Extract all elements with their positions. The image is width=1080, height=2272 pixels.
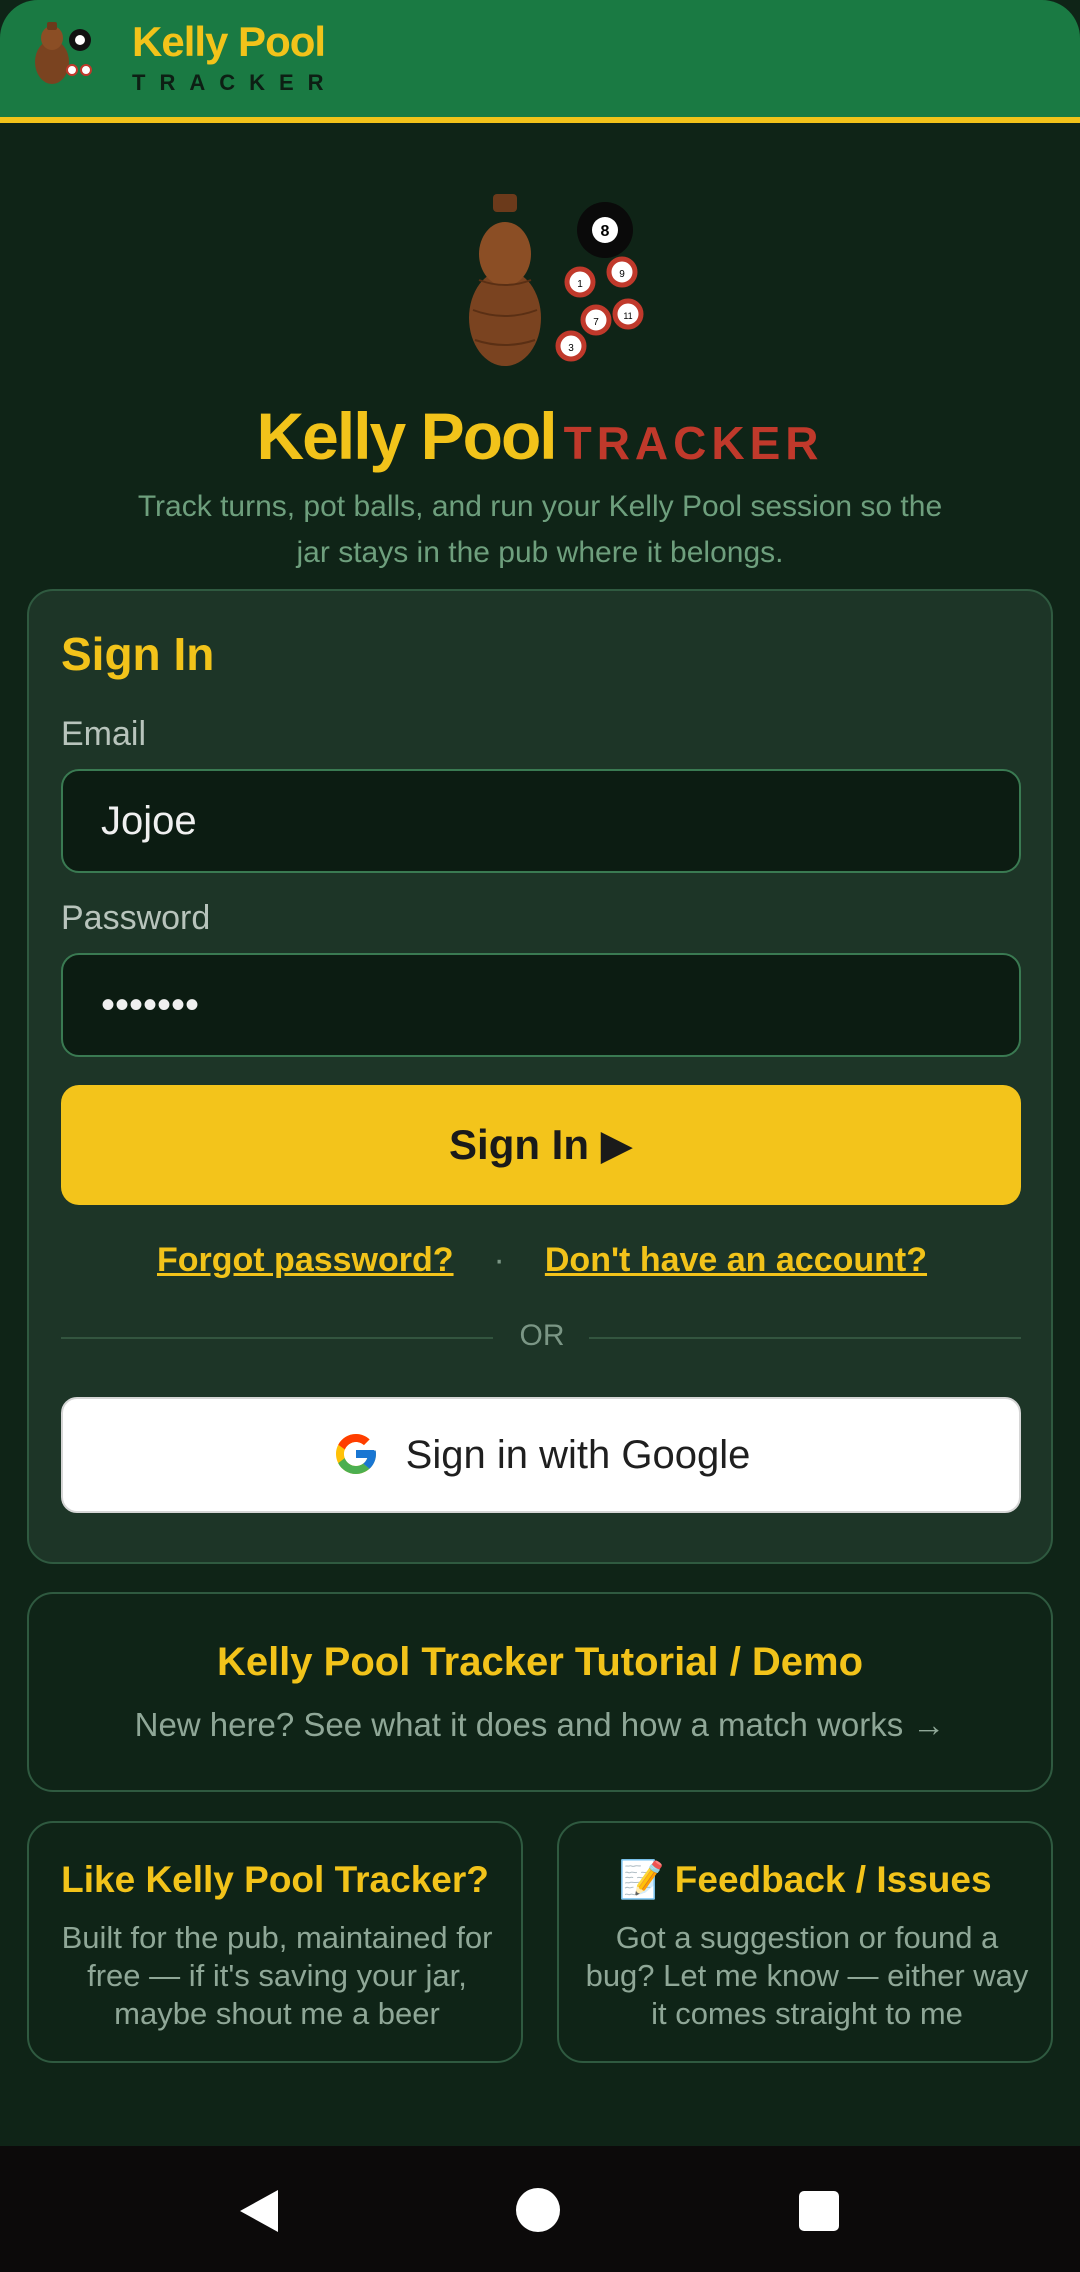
hero-tagline: Track turns, pot balls, and run your Kel… xyxy=(137,490,943,569)
home-circle-icon[interactable] xyxy=(514,2186,562,2234)
system-nav-bar xyxy=(0,2146,1080,2272)
google-button-label: Sign in with Google xyxy=(405,1433,751,1477)
or-label: OR xyxy=(519,1319,565,1352)
link-separator: · xyxy=(493,1241,505,1279)
feedback-card[interactable]: 📝 Feedback / Issues Got a suggestion or … xyxy=(557,1821,1053,2063)
tutorial-card[interactable]: Kelly Pool Tracker Tutorial / Demo New h… xyxy=(27,1592,1053,1792)
divider-right xyxy=(589,1337,1021,1339)
email-field[interactable]: Jojoe xyxy=(61,769,1021,873)
recents-square-icon[interactable] xyxy=(798,2190,840,2232)
feedback-body: Got a suggestion or found a bug? Let me … xyxy=(585,1920,1029,2031)
pea-ball: 9 xyxy=(606,256,638,288)
pea-number: 1 xyxy=(577,279,583,290)
pea-ball: 3 xyxy=(555,330,587,362)
hero-title-suffix: TRACKER xyxy=(563,417,824,469)
hero-title: Kelly Pool TRACKER xyxy=(0,398,1080,474)
sign-in-button[interactable]: Sign In ▶ xyxy=(61,1085,1021,1205)
pea-number: 11 xyxy=(623,311,632,321)
google-g-icon xyxy=(335,1434,376,1475)
header-brand-subtitle: TRACKER xyxy=(132,70,338,95)
support-title: Like Kelly Pool Tracker? xyxy=(61,1859,489,1900)
support-body: Built for the pub, maintained for free —… xyxy=(61,1920,493,2031)
support-card[interactable]: Like Kelly Pool Tracker? Built for the p… xyxy=(27,1821,523,2063)
pea-number: 7 xyxy=(593,317,599,328)
app-header: Kelly Pool TRACKER xyxy=(0,0,1080,123)
pea-number: 9 xyxy=(619,269,625,280)
password-label: Password xyxy=(61,899,211,937)
google-sign-in-button[interactable]: Sign in with Google xyxy=(61,1397,1021,1513)
pea-ball: 1 xyxy=(564,266,596,298)
signin-title: Sign In xyxy=(61,628,215,680)
email-label: Email xyxy=(61,715,147,753)
header-brand-title: Kelly Pool xyxy=(132,18,326,65)
auth-links: Forgot password? · Don't have an account? xyxy=(29,1241,1055,1280)
tutorial-title: Kelly Pool Tracker Tutorial / Demo xyxy=(216,1640,864,1684)
kelly-jar-illustration: 8 1 9 7 11 3 xyxy=(469,194,644,366)
pea-ball: 7 xyxy=(580,304,612,336)
feedback-title: 📝 Feedback / Issues xyxy=(618,1859,992,1900)
eight-ball: 8 xyxy=(577,202,633,258)
forgot-password-link[interactable]: Forgot password? xyxy=(157,1241,454,1279)
kelly-jar-logo-icon[interactable] xyxy=(30,18,102,88)
back-triangle-icon[interactable] xyxy=(234,2186,284,2236)
pea-ball: 11 xyxy=(612,298,644,330)
hero-title-main: Kelly Pool xyxy=(256,399,558,473)
tutorial-subtitle: New here? See what it does and how a mat… xyxy=(134,1706,946,1743)
pea-number: 3 xyxy=(568,343,574,354)
eight-ball-number: 8 xyxy=(601,223,610,240)
signin-card: Sign In Email Jojoe Password ••••••• Sig… xyxy=(27,589,1053,1564)
register-link[interactable]: Don't have an account? xyxy=(545,1241,927,1279)
password-field[interactable]: ••••••• xyxy=(61,953,1021,1057)
